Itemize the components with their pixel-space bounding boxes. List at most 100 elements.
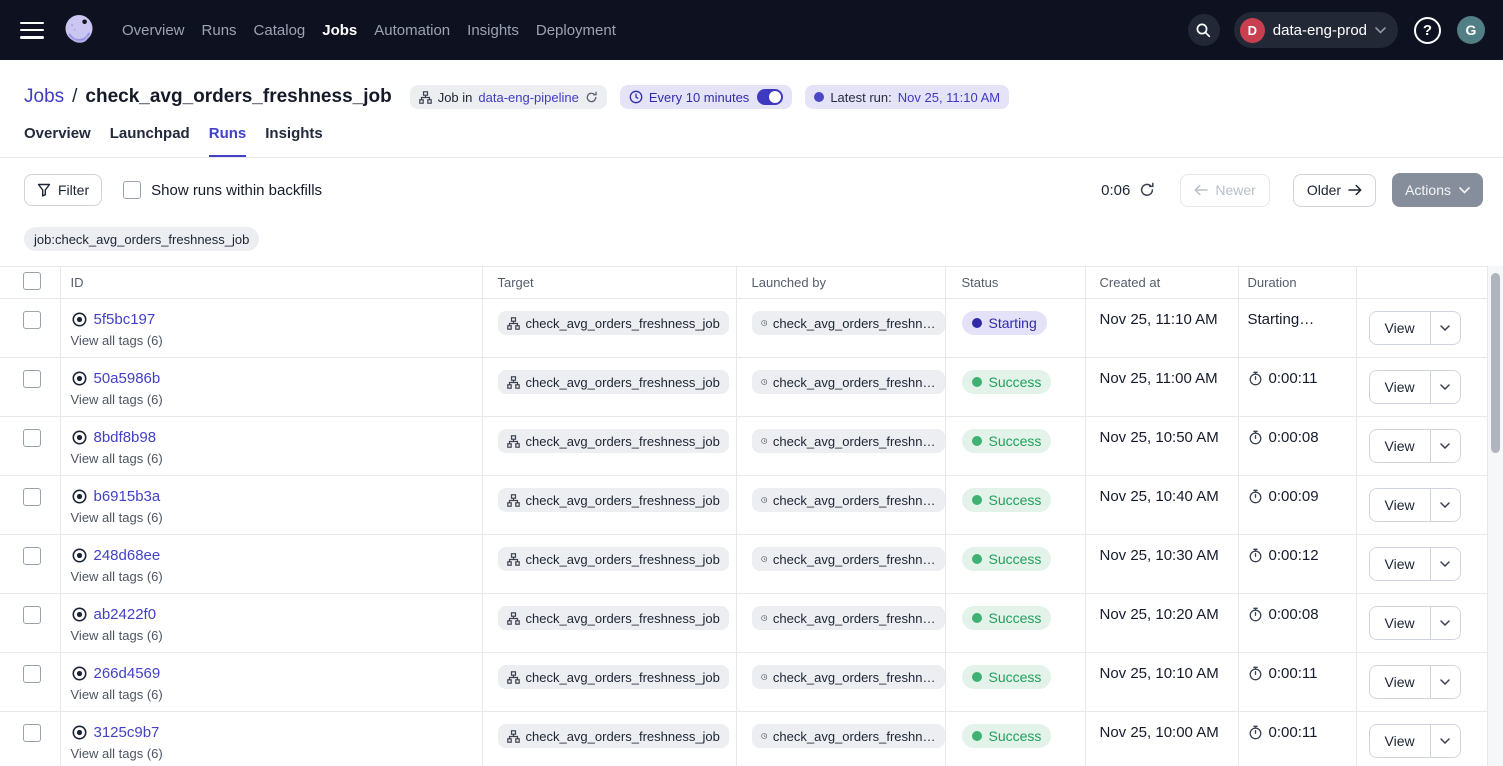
tab-overview[interactable]: Overview bbox=[24, 125, 91, 157]
job-filter-tag[interactable]: job:check_avg_orders_freshness_job bbox=[24, 227, 259, 251]
launched-by-chip[interactable]: check_avg_orders_freshn… bbox=[752, 370, 945, 394]
deployment-switcher[interactable]: D data-eng-prod bbox=[1234, 12, 1398, 48]
scrollbar-thumb[interactable] bbox=[1491, 273, 1500, 453]
nav-item-deployment[interactable]: Deployment bbox=[536, 22, 616, 39]
view-all-tags-link[interactable]: View all tags (6) bbox=[71, 510, 482, 525]
hamburger-menu-icon[interactable] bbox=[20, 22, 44, 39]
target-chip[interactable]: check_avg_orders_freshness_job bbox=[498, 665, 729, 689]
status-badge: Success bbox=[962, 724, 1052, 748]
target-chip[interactable]: check_avg_orders_freshness_job bbox=[498, 429, 729, 453]
view-run-button[interactable]: View bbox=[1370, 666, 1430, 698]
view-dropdown-button[interactable] bbox=[1430, 607, 1460, 639]
reload-icon[interactable] bbox=[585, 91, 598, 104]
view-button-group: View bbox=[1369, 429, 1461, 463]
latest-run-time-link[interactable]: Nov 25, 11:10 AM bbox=[898, 90, 1000, 105]
run-status-icon bbox=[71, 311, 88, 328]
row-checkbox[interactable] bbox=[23, 311, 41, 329]
run-id-link[interactable]: 50a5986b bbox=[94, 370, 161, 387]
view-run-button[interactable]: View bbox=[1370, 489, 1430, 521]
help-icon[interactable]: ? bbox=[1414, 17, 1441, 44]
launched-by-chip[interactable]: check_avg_orders_freshn… bbox=[752, 429, 945, 453]
chevron-down-icon bbox=[1440, 561, 1450, 567]
run-id-link[interactable]: b6915b3a bbox=[94, 488, 161, 505]
run-id-link[interactable]: 266d4569 bbox=[94, 665, 161, 682]
view-all-tags-link[interactable]: View all tags (6) bbox=[71, 333, 482, 348]
clock-icon bbox=[761, 316, 767, 330]
breadcrumb-jobs-link[interactable]: Jobs bbox=[24, 86, 64, 108]
code-location-link[interactable]: data-eng-pipeline bbox=[478, 90, 578, 105]
launched-by-chip[interactable]: check_avg_orders_freshn… bbox=[752, 724, 945, 748]
user-avatar[interactable]: G bbox=[1457, 16, 1485, 44]
view-dropdown-button[interactable] bbox=[1430, 725, 1460, 757]
view-run-button[interactable]: View bbox=[1370, 371, 1430, 403]
run-id-link[interactable]: 5f5bc197 bbox=[94, 311, 156, 328]
search-button[interactable] bbox=[1188, 14, 1220, 46]
launched-by-chip[interactable]: check_avg_orders_freshn… bbox=[752, 606, 945, 630]
view-dropdown-button[interactable] bbox=[1430, 666, 1460, 698]
run-id-link[interactable]: 8bdf8b98 bbox=[94, 429, 157, 446]
latest-run-badge: Latest run: Nov 25, 11:10 AM bbox=[805, 85, 1009, 109]
actions-button[interactable]: Actions bbox=[1392, 173, 1483, 207]
view-all-tags-link[interactable]: View all tags (6) bbox=[71, 451, 482, 466]
vertical-scrollbar[interactable] bbox=[1487, 266, 1503, 766]
target-chip[interactable]: check_avg_orders_freshness_job bbox=[498, 606, 729, 630]
newer-button[interactable]: Newer bbox=[1180, 174, 1269, 207]
tab-insights[interactable]: Insights bbox=[265, 125, 323, 157]
row-checkbox[interactable] bbox=[23, 429, 41, 447]
nav-item-automation[interactable]: Automation bbox=[374, 22, 450, 39]
dagster-logo-icon[interactable] bbox=[60, 11, 98, 49]
view-all-tags-link[interactable]: View all tags (6) bbox=[71, 392, 482, 407]
nav-item-insights[interactable]: Insights bbox=[467, 22, 519, 39]
row-checkbox[interactable] bbox=[23, 665, 41, 683]
view-run-button[interactable]: View bbox=[1370, 607, 1430, 639]
view-run-button[interactable]: View bbox=[1370, 725, 1430, 757]
duration-value: 0:00:12 bbox=[1269, 547, 1319, 564]
run-id-link[interactable]: 3125c9b7 bbox=[94, 724, 160, 741]
nav-item-jobs[interactable]: Jobs bbox=[322, 22, 357, 39]
nav-item-catalog[interactable]: Catalog bbox=[254, 22, 306, 39]
row-checkbox[interactable] bbox=[23, 724, 41, 742]
view-all-tags-link[interactable]: View all tags (6) bbox=[71, 687, 482, 702]
tab-launchpad[interactable]: Launchpad bbox=[110, 125, 190, 157]
view-dropdown-button[interactable] bbox=[1430, 371, 1460, 403]
target-chip[interactable]: check_avg_orders_freshness_job bbox=[498, 311, 729, 335]
chevron-down-icon bbox=[1440, 738, 1450, 744]
run-id-link[interactable]: 248d68ee bbox=[94, 547, 161, 564]
show-backfills-checkbox[interactable] bbox=[123, 181, 141, 199]
row-checkbox[interactable] bbox=[23, 488, 41, 506]
chevron-down-icon bbox=[1459, 187, 1470, 194]
launched-by-chip[interactable]: check_avg_orders_freshn… bbox=[752, 311, 945, 335]
older-button[interactable]: Older bbox=[1293, 174, 1376, 207]
row-checkbox[interactable] bbox=[23, 370, 41, 388]
target-chip[interactable]: check_avg_orders_freshness_job bbox=[498, 488, 729, 512]
view-all-tags-link[interactable]: View all tags (6) bbox=[71, 628, 482, 643]
filter-button[interactable]: Filter bbox=[24, 174, 102, 206]
row-checkbox[interactable] bbox=[23, 547, 41, 565]
select-all-checkbox[interactable] bbox=[23, 272, 41, 290]
launched-by-chip[interactable]: check_avg_orders_freshn… bbox=[752, 547, 945, 571]
view-dropdown-button[interactable] bbox=[1430, 548, 1460, 580]
row-checkbox[interactable] bbox=[23, 606, 41, 624]
tab-runs[interactable]: Runs bbox=[209, 125, 247, 157]
view-dropdown-button[interactable] bbox=[1430, 489, 1460, 521]
chevron-down-icon bbox=[1440, 502, 1450, 508]
view-dropdown-button[interactable] bbox=[1430, 312, 1460, 344]
job-graph-icon bbox=[507, 376, 520, 389]
nav-item-overview[interactable]: Overview bbox=[122, 22, 185, 39]
view-run-button[interactable]: View bbox=[1370, 430, 1430, 462]
target-chip[interactable]: check_avg_orders_freshness_job bbox=[498, 724, 729, 748]
launched-by-chip[interactable]: check_avg_orders_freshn… bbox=[752, 665, 945, 689]
nav-item-runs[interactable]: Runs bbox=[202, 22, 237, 39]
view-run-button[interactable]: View bbox=[1370, 548, 1430, 580]
view-run-button[interactable]: View bbox=[1370, 312, 1430, 344]
refresh-button[interactable] bbox=[1139, 182, 1155, 198]
view-all-tags-link[interactable]: View all tags (6) bbox=[71, 569, 482, 584]
schedule-toggle[interactable] bbox=[757, 89, 783, 105]
view-dropdown-button[interactable] bbox=[1430, 430, 1460, 462]
run-id-link[interactable]: ab2422f0 bbox=[94, 606, 157, 623]
launched-by-chip[interactable]: check_avg_orders_freshn… bbox=[752, 488, 945, 512]
target-chip[interactable]: check_avg_orders_freshness_job bbox=[498, 370, 729, 394]
show-backfills-label: Show runs within backfills bbox=[151, 182, 322, 199]
view-all-tags-link[interactable]: View all tags (6) bbox=[71, 746, 482, 761]
target-chip[interactable]: check_avg_orders_freshness_job bbox=[498, 547, 729, 571]
